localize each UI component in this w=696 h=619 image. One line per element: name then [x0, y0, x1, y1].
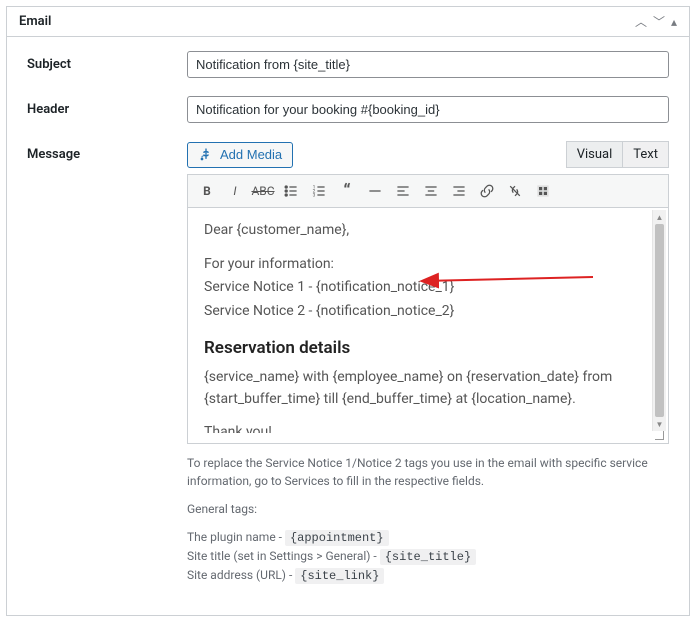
help-plugin-line: The plugin name - {appointment} — [187, 528, 669, 547]
editor-reservation-heading: Reservation details — [204, 335, 652, 361]
scroll-up-icon[interactable]: ▲ — [653, 210, 666, 224]
editor: B I ABC 123 “ — [187, 174, 669, 444]
subject-row: Subject — [27, 51, 669, 78]
editor-content[interactable]: Dear {customer_name}, For your informati… — [188, 208, 668, 433]
unlink-button[interactable] — [502, 179, 528, 203]
subject-label: Subject — [27, 51, 187, 72]
panel-body: Subject Header Message Add Media — [7, 37, 689, 615]
bullet-list-button[interactable] — [278, 179, 304, 203]
panel-toggle-icon[interactable]: ▴ — [671, 15, 677, 29]
message-label: Message — [27, 141, 187, 162]
header-input[interactable] — [187, 96, 669, 123]
blockquote-button[interactable]: “ — [334, 179, 360, 203]
editor-notice2: Service Notice 2 - {notification_notice_… — [204, 301, 652, 323]
scroll-thumb[interactable] — [655, 224, 664, 417]
help-notice: To replace the Service Notice 1/Notice 2… — [187, 454, 669, 490]
numbered-list-button[interactable]: 123 — [306, 179, 332, 203]
editor-info-label: For your information: — [204, 254, 652, 276]
editor-reservation-details: {service_name} with {employee_name} on {… — [204, 367, 652, 410]
email-panel: Email ︿ ﹀ ▴ Subject Header Message — [6, 6, 690, 616]
editor-thanks: Thank you! — [204, 422, 652, 433]
media-icon — [198, 147, 214, 163]
link-button[interactable] — [474, 179, 500, 203]
toolbar-toggle-button[interactable] — [530, 179, 556, 203]
tab-visual[interactable]: Visual — [566, 141, 623, 168]
tag-appointment: {appointment} — [285, 530, 389, 546]
tag-site-link: {site_link} — [295, 568, 384, 584]
subject-input[interactable] — [187, 51, 669, 78]
panel-move-down-icon[interactable]: ﹀ — [653, 13, 665, 30]
strikethrough-button[interactable]: ABC — [250, 179, 276, 203]
message-row: Message Add Media Visual Text B I — [27, 141, 669, 585]
panel-header: Email ︿ ﹀ ▴ — [7, 7, 689, 37]
bold-button[interactable]: B — [194, 179, 220, 203]
align-right-button[interactable] — [446, 179, 472, 203]
panel-move-up-icon[interactable]: ︿ — [635, 13, 647, 30]
editor-area: Dear {customer_name}, For your informati… — [188, 208, 668, 433]
add-media-label: Add Media — [220, 147, 282, 162]
header-label: Header — [27, 96, 187, 117]
italic-button[interactable]: I — [222, 179, 248, 203]
editor-top-row: Add Media Visual Text — [187, 141, 669, 168]
scroll-down-icon[interactable]: ▼ — [653, 417, 666, 431]
editor-tabs: Visual Text — [566, 141, 669, 168]
help-sitetitle-line: Site title (set in Settings > General) -… — [187, 547, 669, 566]
editor-toolbar: B I ABC 123 “ — [188, 175, 668, 208]
add-media-button[interactable]: Add Media — [187, 142, 293, 168]
hr-button[interactable] — [362, 179, 388, 203]
panel-actions: ︿ ﹀ ▴ — [635, 13, 677, 30]
panel-title: Email — [19, 14, 51, 29]
tab-text[interactable]: Text — [622, 141, 669, 168]
header-row: Header — [27, 96, 669, 123]
tag-site-title: {site_title} — [380, 549, 476, 565]
editor-notice1: Service Notice 1 - {notification_notice_… — [204, 277, 652, 299]
align-left-button[interactable] — [390, 179, 416, 203]
help-siteurl-line: Site address (URL) - {site_link} — [187, 566, 669, 585]
scrollbar[interactable]: ▲ ▼ — [652, 210, 666, 431]
align-center-button[interactable] — [418, 179, 444, 203]
resize-handle[interactable] — [188, 433, 668, 443]
help-text: To replace the Service Notice 1/Notice 2… — [187, 454, 669, 585]
editor-greeting: Dear {customer_name}, — [204, 220, 652, 242]
help-general-title: General tags: — [187, 500, 669, 518]
svg-text:3: 3 — [313, 193, 316, 199]
